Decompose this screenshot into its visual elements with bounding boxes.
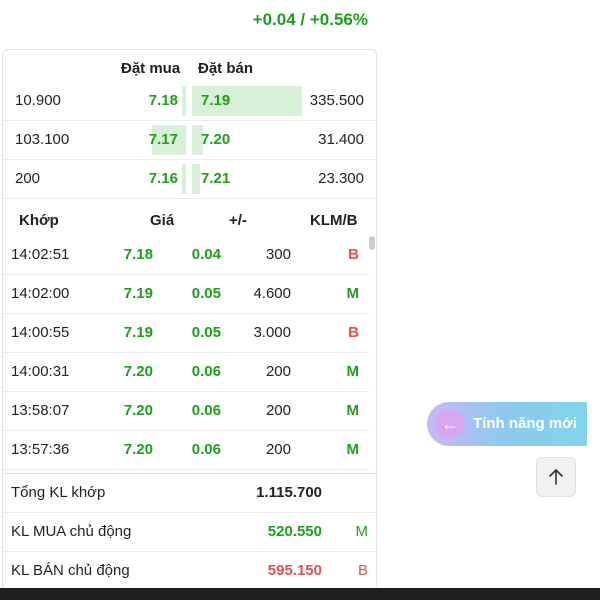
- summary-total-value: 1.115.700: [256, 484, 322, 501]
- sell-price[interactable]: 7.19: [201, 92, 230, 109]
- trade-volume: 200: [265, 441, 291, 458]
- trade-row: 14:02:00 7.19 0.05 4.600 M: [3, 275, 369, 314]
- summary-total-row: Tổng KL khớp 1.115.700: [3, 474, 376, 513]
- trade-price: 7.20: [123, 441, 153, 458]
- trade-row: 14:00:31 7.20 0.06 200 M: [3, 353, 369, 392]
- trade-time: 14:00:31: [11, 363, 70, 380]
- trade-price: 7.20: [123, 402, 153, 419]
- summary-total-label: Tổng KL khớp: [11, 484, 106, 501]
- summary-sell-label: KL BÁN chủ động: [11, 562, 130, 579]
- trade-price: 7.19: [123, 285, 153, 302]
- trade-price: 7.18: [123, 246, 153, 263]
- trade-price-header: Giá: [150, 212, 175, 229]
- buy-volume: 103.100: [15, 131, 70, 148]
- trade-row: 14:00:55 7.19 0.05 3.000 B: [3, 314, 369, 353]
- sell-volume: 23.300: [318, 170, 364, 187]
- new-feature-button[interactable]: ← Tính năng mới: [427, 402, 587, 446]
- arrow-left-icon: ←: [435, 409, 465, 439]
- orderbook-row: 10.900 7.18 7.19 335.500: [3, 82, 376, 121]
- trade-time: 14:00:55: [11, 324, 70, 341]
- summary-buy-row: KL MUA chủ động 520.550 M: [3, 513, 376, 552]
- sell-volume: 31.400: [318, 131, 364, 148]
- buy-price[interactable]: 7.17: [149, 131, 178, 148]
- trade-side: M: [346, 441, 360, 458]
- trade-row: 13:57:36 7.20 0.06 200 M: [3, 431, 369, 470]
- summary-sell-value: 595.150: [267, 562, 322, 579]
- sell-depth-bar: [192, 164, 200, 194]
- trade-volume: 200: [265, 402, 291, 419]
- sell-price[interactable]: 7.20: [201, 131, 230, 148]
- trade-time: 14:02:00: [11, 285, 70, 302]
- trade-change: 0.06: [191, 402, 221, 419]
- summary-sell-row: KL BÁN chủ động 595.150 B: [3, 552, 376, 590]
- trade-change: 0.05: [191, 324, 221, 341]
- trade-price: 7.19: [123, 324, 153, 341]
- trade-scrollbar[interactable]: [369, 236, 375, 250]
- trade-change: 0.04: [191, 246, 221, 263]
- trade-change: 0.06: [191, 441, 221, 458]
- trade-volume: 4.600: [253, 285, 291, 302]
- market-panel: Đặt mua Đặt bán 10.900 7.18 7.19 335.500 103…: [2, 49, 377, 591]
- trade-change: 0.05: [191, 285, 221, 302]
- buy-volume: 10.900: [15, 92, 61, 109]
- sell-header: Đặt bán: [198, 60, 254, 77]
- trade-side: B: [348, 246, 359, 263]
- trade-price: 7.20: [123, 363, 153, 380]
- orderbook-row: 103.100 7.17 7.20 31.400: [3, 121, 376, 160]
- trade-time: 13:57:36: [11, 441, 70, 458]
- summary-buy-label: KL MUA chủ động: [11, 523, 132, 540]
- buy-depth-bar: [182, 86, 186, 116]
- sell-volume: 335.500: [309, 92, 364, 109]
- trade-row: 13:58:07 7.20 0.06 200 M: [3, 392, 369, 431]
- trade-side: M: [346, 363, 360, 380]
- buy-price[interactable]: 7.18: [149, 92, 178, 109]
- trade-change: 0.06: [191, 363, 221, 380]
- bottom-bar: [0, 588, 600, 600]
- orderbook-row: 200 7.16 7.21 23.300: [3, 160, 376, 199]
- new-feature-label: Tính năng mới: [473, 415, 577, 432]
- price-change: +0.04 / +0.56%: [252, 10, 368, 29]
- trade-row: 14:02:51 7.18 0.04 300 B: [3, 236, 369, 275]
- trade-time: 14:02:51: [11, 246, 70, 263]
- trade-side: M: [346, 402, 360, 419]
- trade-volume: 200: [265, 363, 291, 380]
- buy-depth-bar: [182, 164, 186, 194]
- buy-price[interactable]: 7.16: [149, 170, 178, 187]
- summary-buy-tag: M: [355, 523, 369, 540]
- trade-time-header: Khớp: [19, 212, 59, 229]
- trade-volume: 300: [265, 246, 291, 263]
- trade-volume-header: KLM/B: [310, 212, 358, 229]
- scroll-top-button[interactable]: [536, 457, 576, 497]
- arrow-up-icon: [549, 469, 563, 485]
- trade-change-header: +/-: [229, 212, 247, 229]
- trade-volume: 3.000: [253, 324, 291, 341]
- summary-buy-value: 520.550: [267, 523, 322, 540]
- trade-time: 13:58:07: [11, 402, 70, 419]
- summary-sell-tag: B: [357, 562, 368, 579]
- trade-side: B: [348, 324, 359, 341]
- buy-volume: 200: [15, 170, 41, 187]
- buy-header: Đặt mua: [121, 60, 181, 77]
- trade-side: M: [346, 285, 360, 302]
- sell-price[interactable]: 7.21: [201, 170, 230, 187]
